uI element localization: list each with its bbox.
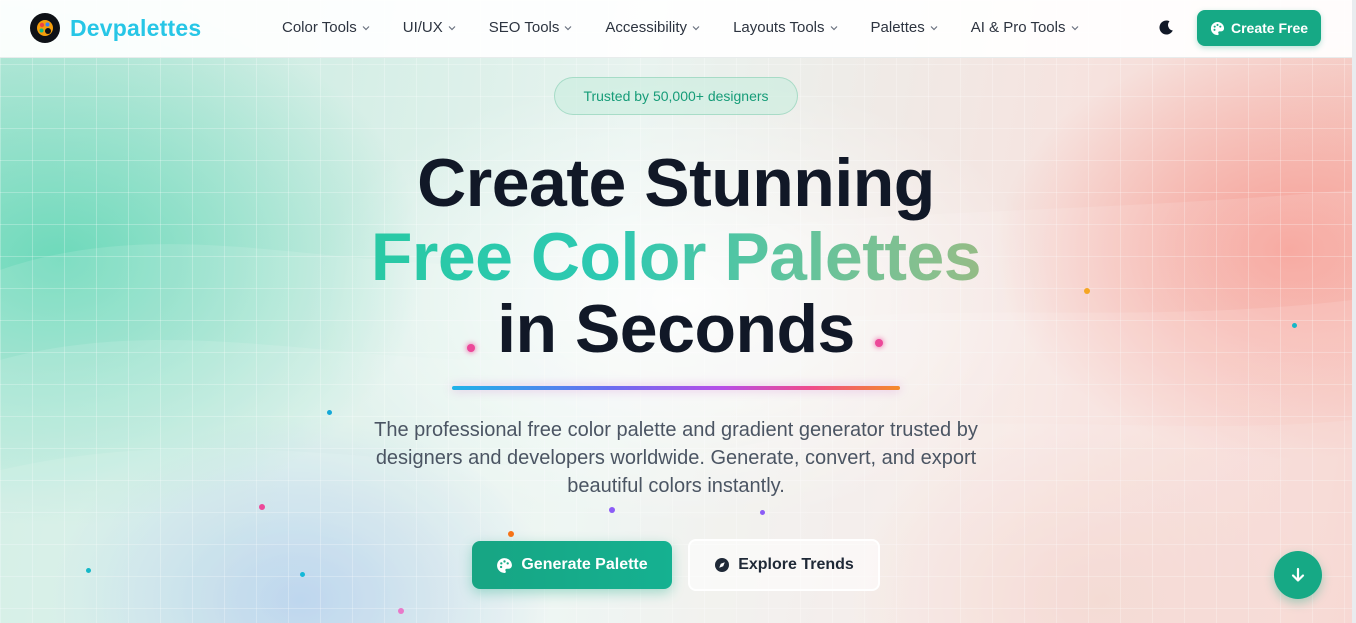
nav-item-color-tools[interactable]: Color Tools (282, 19, 371, 36)
nav-item-label: Layouts Tools (733, 19, 825, 36)
particle-dot (398, 608, 404, 614)
top-navbar: Devpalettes Color Tools UI/UX SEO Tools … (0, 0, 1352, 58)
chevron-down-icon (830, 25, 837, 30)
scroll-down-button[interactable] (1274, 551, 1322, 599)
chevron-down-icon (930, 25, 938, 30)
chevron-down-icon (362, 25, 370, 30)
nav-item-label: Accessibility (605, 19, 688, 36)
explore-trends-button[interactable]: Explore Trends (688, 539, 880, 591)
brand-name: Devpalettes (70, 14, 202, 41)
arrow-down-icon (1291, 567, 1305, 582)
nav-item-palettes[interactable]: Palettes (871, 19, 939, 36)
headline-underline-gradient (452, 386, 900, 390)
nav-item-label: UI/UX (402, 19, 443, 36)
nav-item-label: Palettes (870, 19, 925, 36)
moon-icon (1159, 20, 1173, 35)
page-scrollbar[interactable] (1352, 0, 1356, 623)
palette-icon (1210, 21, 1225, 35)
generate-palette-label: Generate Palette (521, 556, 648, 573)
trust-badge: Trusted by 50,000+ designers (554, 77, 798, 115)
nav-item-label: Color Tools (282, 19, 357, 36)
hero-subtitle: The professional free color palette and … (374, 419, 978, 497)
chevron-down-icon (1071, 25, 1078, 30)
palette-icon (497, 557, 513, 573)
chevron-down-icon (564, 25, 572, 30)
main-nav: Color Tools UI/UX SEO Tools Accessibilit… (282, 19, 1080, 36)
particle-dot (300, 572, 305, 577)
nav-item-ai-pro-tools[interactable]: AI & Pro Tools (971, 19, 1080, 36)
generate-palette-button[interactable]: Generate Palette (472, 541, 672, 589)
nav-item-accessibility[interactable]: Accessibility (605, 19, 701, 36)
particle-dot (259, 504, 265, 510)
explore-trends-label: Explore Trends (738, 556, 854, 573)
brand-link[interactable]: Devpalettes (30, 13, 201, 43)
nav-item-label: AI & Pro Tools (970, 19, 1066, 36)
theme-toggle-button[interactable] (1154, 16, 1178, 40)
nav-item-ui-ux[interactable]: UI/UX (403, 19, 457, 36)
chevron-down-icon (448, 25, 456, 30)
particle-dot (760, 510, 765, 515)
particle-dot (508, 531, 514, 537)
trust-badge-text: Trusted by 50,000+ designers (583, 88, 769, 104)
nav-item-label: SEO Tools (488, 19, 560, 36)
create-free-label: Create Free (1230, 20, 1309, 36)
headline-line-2-gradient: Free Color Palettes (0, 220, 1352, 294)
nav-item-layouts-tools[interactable]: Layouts Tools (733, 19, 838, 36)
chevron-down-icon (692, 25, 700, 30)
particle-dot (327, 410, 332, 415)
nav-item-seo-tools[interactable]: SEO Tools (489, 19, 574, 36)
particle-dot (86, 568, 91, 573)
headline-line-3: in Seconds (497, 291, 855, 367)
create-free-button[interactable]: Create Free (1197, 10, 1321, 46)
palette-logo-icon (30, 13, 60, 43)
compass-icon (715, 558, 730, 572)
headline-line-1: Create Stunning (417, 145, 935, 221)
particle-dot (609, 507, 615, 513)
